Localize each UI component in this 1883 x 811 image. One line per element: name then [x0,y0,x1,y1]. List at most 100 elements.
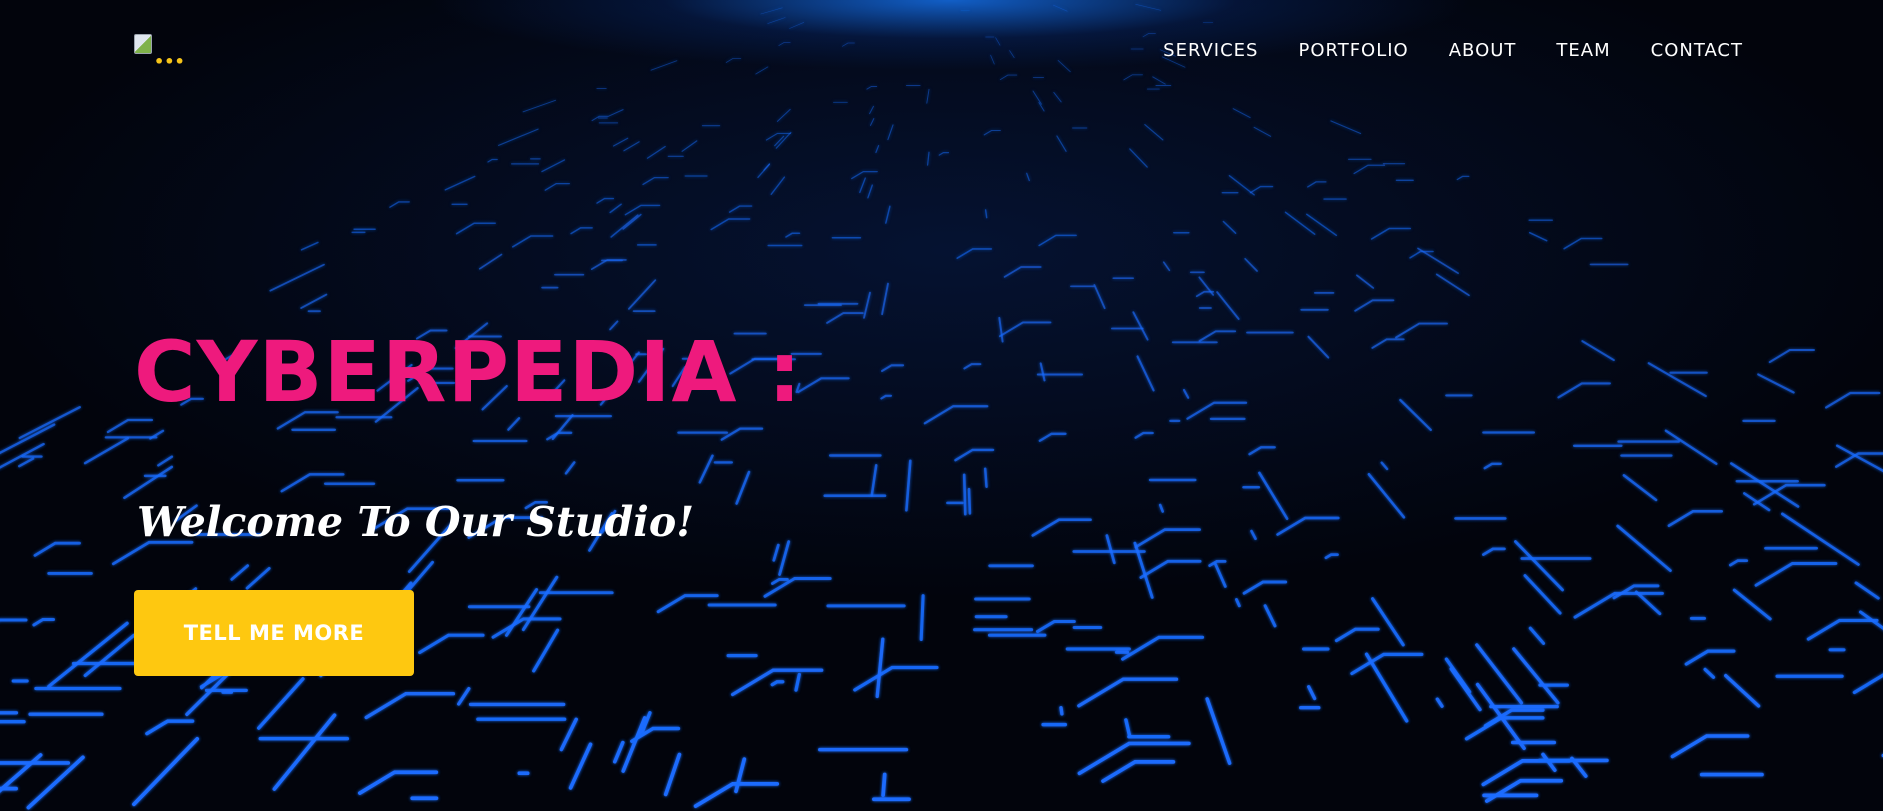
circuit-trace [775,131,792,149]
circuit-trace [145,719,195,736]
tell-me-more-button[interactable]: TELL ME MORE [134,590,414,676]
circuit-trace [881,772,887,797]
circuit-trace [859,177,866,194]
circuit-trace [983,129,1001,136]
circuit-trace [1077,741,1191,776]
circuit-trace [646,145,666,159]
circuit-trace [1216,291,1240,320]
circuit-trace [776,108,791,122]
circuit-trace [1134,528,1201,549]
circuit-trace [1053,91,1062,103]
circuit-trace [681,140,698,152]
circuit-trace [869,118,875,126]
nav-item-portfolio[interactable]: PORTFOLIO [1298,40,1408,61]
circuit-trace [1077,677,1179,708]
circuit-trace [656,594,719,614]
circuit-trace [1182,388,1190,399]
circuit-trace [269,263,325,292]
circuit-trace [568,742,593,790]
circuit-trace [778,540,791,576]
circuit-trace [1670,734,1750,759]
circuit-trace [1276,516,1340,536]
circuit-trace [735,470,751,505]
circuit-trace [1139,559,1202,579]
nav-item-contact[interactable]: CONTACT [1651,40,1743,61]
circuit-trace [612,137,629,147]
circuit-trace [532,628,560,673]
circuit-trace [300,293,328,309]
nav-item-about[interactable]: ABOUT [1449,40,1517,61]
nav-item-team[interactable]: TEAM [1556,40,1610,61]
circuit-trace [1724,673,1761,708]
circuit-trace [794,672,801,692]
circuit-trace [789,22,805,29]
circuit-trace [1435,697,1444,708]
circuit-trace [522,99,557,113]
circuit-trace [1768,348,1816,364]
circuit-trace [1444,657,1472,694]
circuit-trace [826,312,864,324]
circuit-trace [1158,503,1165,513]
circuit-trace [487,158,498,163]
circuit-trace [300,241,319,251]
circuit-trace [1664,429,1718,466]
circuit-trace [622,213,642,230]
circuit-trace [1528,231,1548,242]
circuit-trace [867,184,873,199]
nav-item-services[interactable]: SERVICES [1163,40,1258,61]
circuit-trace [1101,760,1176,783]
circuit-trace [1249,185,1274,194]
circuit-trace [1732,588,1772,621]
logo[interactable]: ••• [134,34,185,71]
circuit-trace [998,316,1004,343]
circuit-trace [962,473,967,516]
circuit-trace [418,633,485,655]
circuit-trace [1395,322,1448,339]
circuit-trace [607,109,624,117]
circuit-trace [1728,559,1749,567]
circuit-trace [1039,362,1046,382]
broken-image-icon [134,34,152,54]
circuit-trace [256,677,305,730]
circuit-trace [983,467,988,488]
circuit-trace [564,461,576,475]
hero-title: CYBERPEDIA : [134,323,803,421]
circuit-trace [887,124,894,141]
circuit-trace [33,541,81,557]
circuit-trace [17,457,35,468]
circuit-trace [1834,452,1883,468]
circuit-trace [763,163,771,171]
circuit-trace [885,205,891,224]
circuit-trace [1806,618,1879,641]
circuit-trace [905,459,912,512]
circuit-trace [1232,108,1251,119]
circuit-trace [770,176,786,195]
circuit-trace [1053,4,1068,12]
circuit-trace [1059,705,1064,716]
circuit-trace [1250,529,1257,541]
circuit-trace [590,259,627,271]
circuit-trace [1684,649,1736,666]
circuit-trace [760,7,783,15]
circuit-trace [1854,581,1880,600]
circuit-trace [1134,431,1154,439]
circuit-trace [1307,685,1317,701]
circuit-trace [926,88,930,104]
circuit-trace [1129,148,1148,168]
circuit-trace [999,74,1018,81]
circuit-trace [1514,540,1564,592]
circuit-trace [1563,237,1603,250]
circuit-trace [1647,362,1707,398]
circuit-trace [1354,299,1395,312]
circuit-trace [797,377,850,394]
circuit-trace [623,141,640,152]
circuit-trace [863,291,871,319]
circuit-trace [956,248,993,259]
circuit-trace [1634,590,1662,616]
circuit-trace [1205,697,1232,766]
circuit-trace [123,465,174,500]
circuit-trace [785,232,801,238]
circuit-trace [1222,220,1237,234]
circuit-trace [570,227,593,235]
circuit-trace [504,588,539,637]
